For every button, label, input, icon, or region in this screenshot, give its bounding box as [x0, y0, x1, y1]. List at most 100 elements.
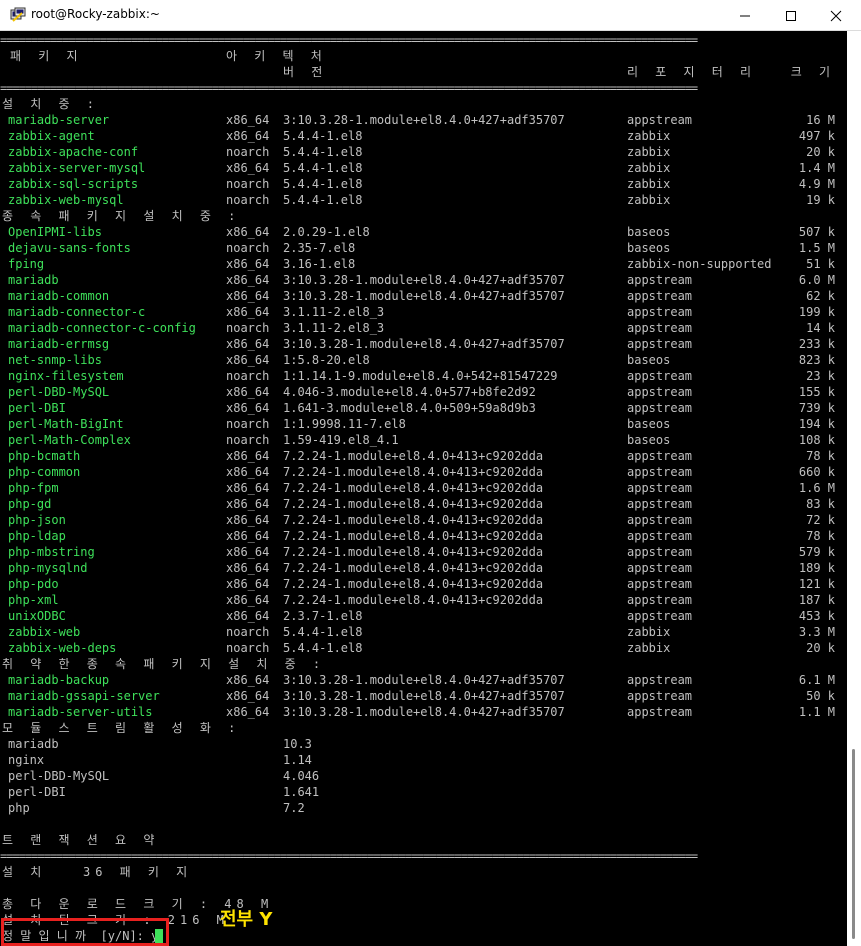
package-version: 5.4.4-1.el8	[283, 161, 363, 175]
package-name: zabbix-apache-conf	[8, 145, 139, 159]
package-repo: appstream	[627, 481, 693, 495]
package-arch: x86_64	[226, 529, 270, 543]
package-repo: appstream	[627, 401, 693, 415]
section-install: 설 치 중 :	[2, 97, 100, 111]
package-size: 194 k	[798, 417, 835, 431]
install-package-row: zabbix-apache-conf noarch 5.4.4-1.el8 zabbi…	[0, 144, 847, 160]
header-package: 패 키 지	[10, 49, 83, 63]
dependency-package-row: mariadb-errmsg x86_64 3:10.3.28-1.module+e…	[0, 336, 847, 352]
package-size: 83 k	[806, 497, 835, 511]
package-repo: appstream	[627, 113, 693, 127]
package-name: php-json	[8, 513, 66, 527]
package-repo: appstream	[627, 529, 693, 543]
install-count: 설 치 36 패 키 지	[2, 865, 193, 879]
package-size: 233 k	[798, 337, 835, 351]
header-row-1: 패 키 지아 키 텍 처	[0, 48, 847, 64]
window-titlebar[interactable]: root@Rocky-zabbix:~	[0, 0, 861, 31]
package-version: 5.4.4-1.el8	[283, 625, 363, 639]
package-name: mariadb	[8, 273, 59, 287]
package-arch: x86_64	[226, 385, 270, 399]
dependency-package-row: php-xml x86_64 7.2.24-1.module+el8.4.0+413…	[0, 592, 847, 608]
weak-dependency-package-row: mariadb-backup x86_64 3:10.3.28-1.module+e…	[0, 672, 847, 688]
package-repo: appstream	[627, 561, 693, 575]
dependency-package-row: mariadb x86_64 3:10.3.28-1.module+el8.4.0+…	[0, 272, 847, 288]
minimize-button[interactable]	[722, 0, 768, 31]
section-dependencies: 종 속 패 키 지 설 치 중 :	[2, 209, 241, 223]
package-size: 50 k	[806, 689, 835, 703]
package-size: 16 M	[806, 113, 835, 127]
scrollbar-thumb[interactable]	[852, 749, 855, 939]
package-version: 3:10.3.28-1.module+el8.4.0+427+adf35707	[283, 689, 565, 703]
package-arch: x86_64	[226, 113, 270, 127]
package-version: 1.59-419.el8_4.1	[283, 433, 399, 447]
module-stream-row: nginx 1.14	[0, 752, 847, 768]
package-arch: x86_64	[226, 609, 270, 623]
package-arch: noarch	[226, 625, 270, 639]
package-version: 7.2.24-1.module+el8.4.0+413+c9202dda	[283, 577, 544, 591]
package-name: php-fpm	[8, 481, 59, 495]
package-version: 7.2.24-1.module+el8.4.0+413+c9202dda	[283, 481, 544, 495]
package-repo: appstream	[627, 337, 693, 351]
package-name: php-gd	[8, 497, 52, 511]
package-version: 5.4.4-1.el8	[283, 129, 363, 143]
maximize-button[interactable]	[768, 0, 814, 31]
package-arch: x86_64	[226, 705, 270, 719]
dependency-package-row: mariadb-connector-c-config noarch 3.1.11-2…	[0, 320, 847, 336]
package-arch: x86_64	[226, 225, 270, 239]
dependency-package-row: OpenIPMI-libs x86_64 2.0.29-1.el8 baseos 507…	[0, 224, 847, 240]
package-arch: noarch	[226, 241, 270, 255]
separator-line: ========================================…	[0, 32, 847, 48]
package-arch: noarch	[226, 417, 270, 431]
package-version: 7.2.24-1.module+el8.4.0+413+c9202dda	[283, 545, 544, 559]
package-arch: x86_64	[226, 513, 270, 527]
package-name: perl-Math-BigInt	[8, 417, 124, 431]
package-size: 121 k	[798, 577, 835, 591]
module-name: mariadb	[8, 737, 59, 751]
package-name: mariadb-server	[8, 113, 110, 127]
dependency-package-row: php-bcmath x86_64 7.2.24-1.module+el8.4.0+…	[0, 448, 847, 464]
package-name: zabbix-web	[8, 625, 81, 639]
package-repo: zabbix-non-supported	[627, 257, 772, 271]
package-version: 7.2.24-1.module+el8.4.0+413+c9202dda	[283, 497, 544, 511]
terminal-output[interactable]: ========================================…	[0, 31, 847, 946]
package-name: perl-DBI	[8, 401, 66, 415]
package-repo: appstream	[627, 289, 693, 303]
package-size: 20 k	[806, 641, 835, 655]
window-title: root@Rocky-zabbix:~	[31, 7, 160, 21]
dependency-package-row: dejavu-sans-fonts noarch 2.35-7.el8 baseos 1…	[0, 240, 847, 256]
package-arch: x86_64	[226, 305, 270, 319]
package-name: mariadb-connector-c	[8, 305, 146, 319]
package-name: zabbix-agent	[8, 129, 95, 143]
module-stream: 1.641	[283, 785, 320, 799]
section-dependencies: 종 속 패 키 지 설 치 중 :	[0, 208, 847, 224]
package-size: 4.9 M	[798, 177, 835, 191]
package-size: 3.3 M	[798, 625, 835, 639]
package-arch: x86_64	[226, 337, 270, 351]
package-repo: appstream	[627, 305, 693, 319]
maximize-icon	[786, 11, 796, 21]
package-version: 3:10.3.28-1.module+el8.4.0+427+adf35707	[283, 273, 565, 287]
module-name: perl-DBI	[8, 785, 66, 799]
module-stream: 4.046	[283, 769, 320, 783]
separator: ========================================…	[0, 33, 698, 47]
package-repo: appstream	[627, 673, 693, 687]
package-name: php-mbstring	[8, 545, 95, 559]
package-version: 7.2.24-1.module+el8.4.0+413+c9202dda	[283, 561, 544, 575]
package-size: 1.6 M	[798, 481, 835, 495]
header-arch: 아 키 텍 처	[226, 49, 327, 63]
package-name: zabbix-web-deps	[8, 641, 117, 655]
dependency-package-row: mariadb-common x86_64 3:10.3.28-1.module+e…	[0, 288, 847, 304]
package-size: 507 k	[798, 225, 835, 239]
package-arch: noarch	[226, 145, 270, 159]
dependency-package-row: php-mbstring x86_64 7.2.24-1.module+el8.4.…	[0, 544, 847, 560]
close-button[interactable]	[813, 0, 859, 31]
package-repo: appstream	[627, 545, 693, 559]
package-size: 1.1 M	[798, 705, 835, 719]
package-arch: x86_64	[226, 289, 270, 303]
package-arch: x86_64	[226, 353, 270, 367]
package-size: 739 k	[798, 401, 835, 415]
package-version: 7.2.24-1.module+el8.4.0+413+c9202dda	[283, 593, 544, 607]
package-repo: appstream	[627, 705, 693, 719]
vertical-scrollbar[interactable]	[847, 31, 861, 946]
separator: ========================================…	[0, 81, 698, 95]
